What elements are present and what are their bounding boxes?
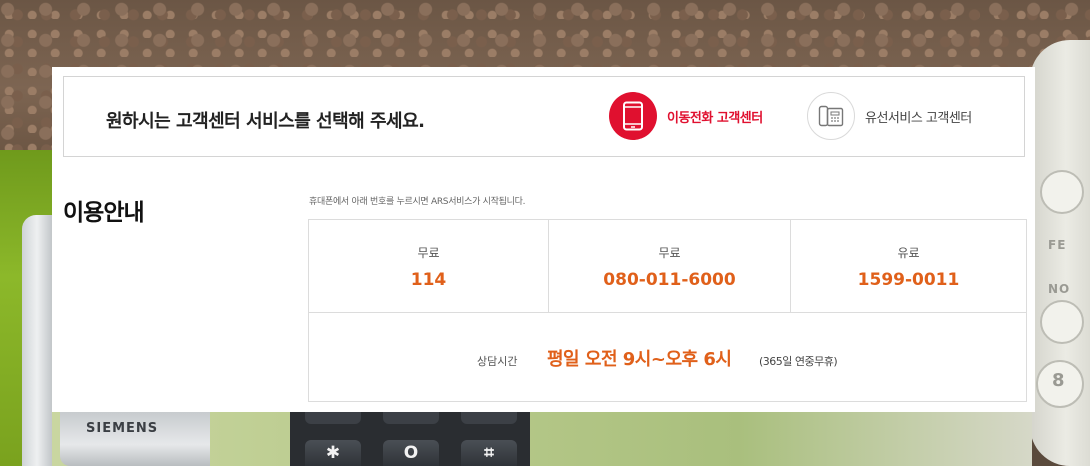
number-type: 유료 [897, 246, 920, 260]
keypad-key [383, 412, 439, 424]
mobile-phone-icon [609, 92, 657, 140]
wired-center-button[interactable]: 유선서비스 고객센터 [807, 91, 972, 141]
ars-number-table: 무료 114 무료 080-011-6000 유료 1599-0011 상담시간… [308, 219, 1027, 402]
guide-note: 휴대폰에서 아래 번호를 누르시면 ARS서비스가 시작됩니다. [309, 197, 526, 207]
hours-label: 상담시간 [477, 355, 518, 368]
number-cell-paid-1599: 유료 1599-0011 [790, 220, 1026, 312]
phone-number: 1599-0011 [857, 270, 960, 290]
dial-label: FE [1048, 238, 1067, 252]
number-type: 무료 [417, 246, 440, 260]
siemens-phone-edge [22, 215, 52, 466]
consultation-hours-row: 상담시간 평일 오전 9시~오후 6시 (365일 연중무휴) [309, 312, 1026, 401]
siemens-logo: SIEMENS [86, 421, 159, 436]
hours-note: (365일 연중무휴) [759, 355, 838, 368]
number-cell-free-080: 무료 080-011-6000 [548, 220, 790, 312]
number-type: 무료 [658, 246, 681, 260]
mobile-center-label: 이동전화 고객센터 [667, 110, 763, 126]
number-cell-free-114: 무료 114 [309, 220, 548, 312]
keypad-key-zero: O [383, 440, 439, 466]
service-selector: 원하시는 고객센터 서비스를 선택해 주세요. 이동전화 고객센터 유선서비스 … [63, 76, 1025, 157]
phone-number: 080-011-6000 [603, 270, 736, 290]
customer-center-panel: 원하시는 고객센터 서비스를 선택해 주세요. 이동전화 고객센터 유선서비스 … [52, 67, 1035, 412]
hours-value: 평일 오전 9시~오후 6시 [547, 349, 732, 370]
dial-digit: 8 [1052, 370, 1066, 391]
phone-number: 114 [410, 270, 447, 290]
landline-phone-icon [807, 92, 855, 140]
keypad-key-star: ✱ [305, 440, 361, 466]
dial-label: NO [1048, 282, 1071, 296]
selector-title: 원하시는 고객센터 서비스를 선택해 주세요. [106, 111, 425, 132]
keypad-key-hash: ⌗ [461, 440, 517, 466]
guide-title: 이용안내 [63, 200, 145, 226]
keypad-key [305, 412, 361, 424]
dial-hole [1040, 170, 1084, 214]
wired-center-label: 유선서비스 고객센터 [865, 110, 972, 126]
keypad-key [461, 412, 517, 424]
mobile-center-button[interactable]: 이동전화 고객센터 [609, 91, 763, 141]
dial-hole [1040, 300, 1084, 344]
